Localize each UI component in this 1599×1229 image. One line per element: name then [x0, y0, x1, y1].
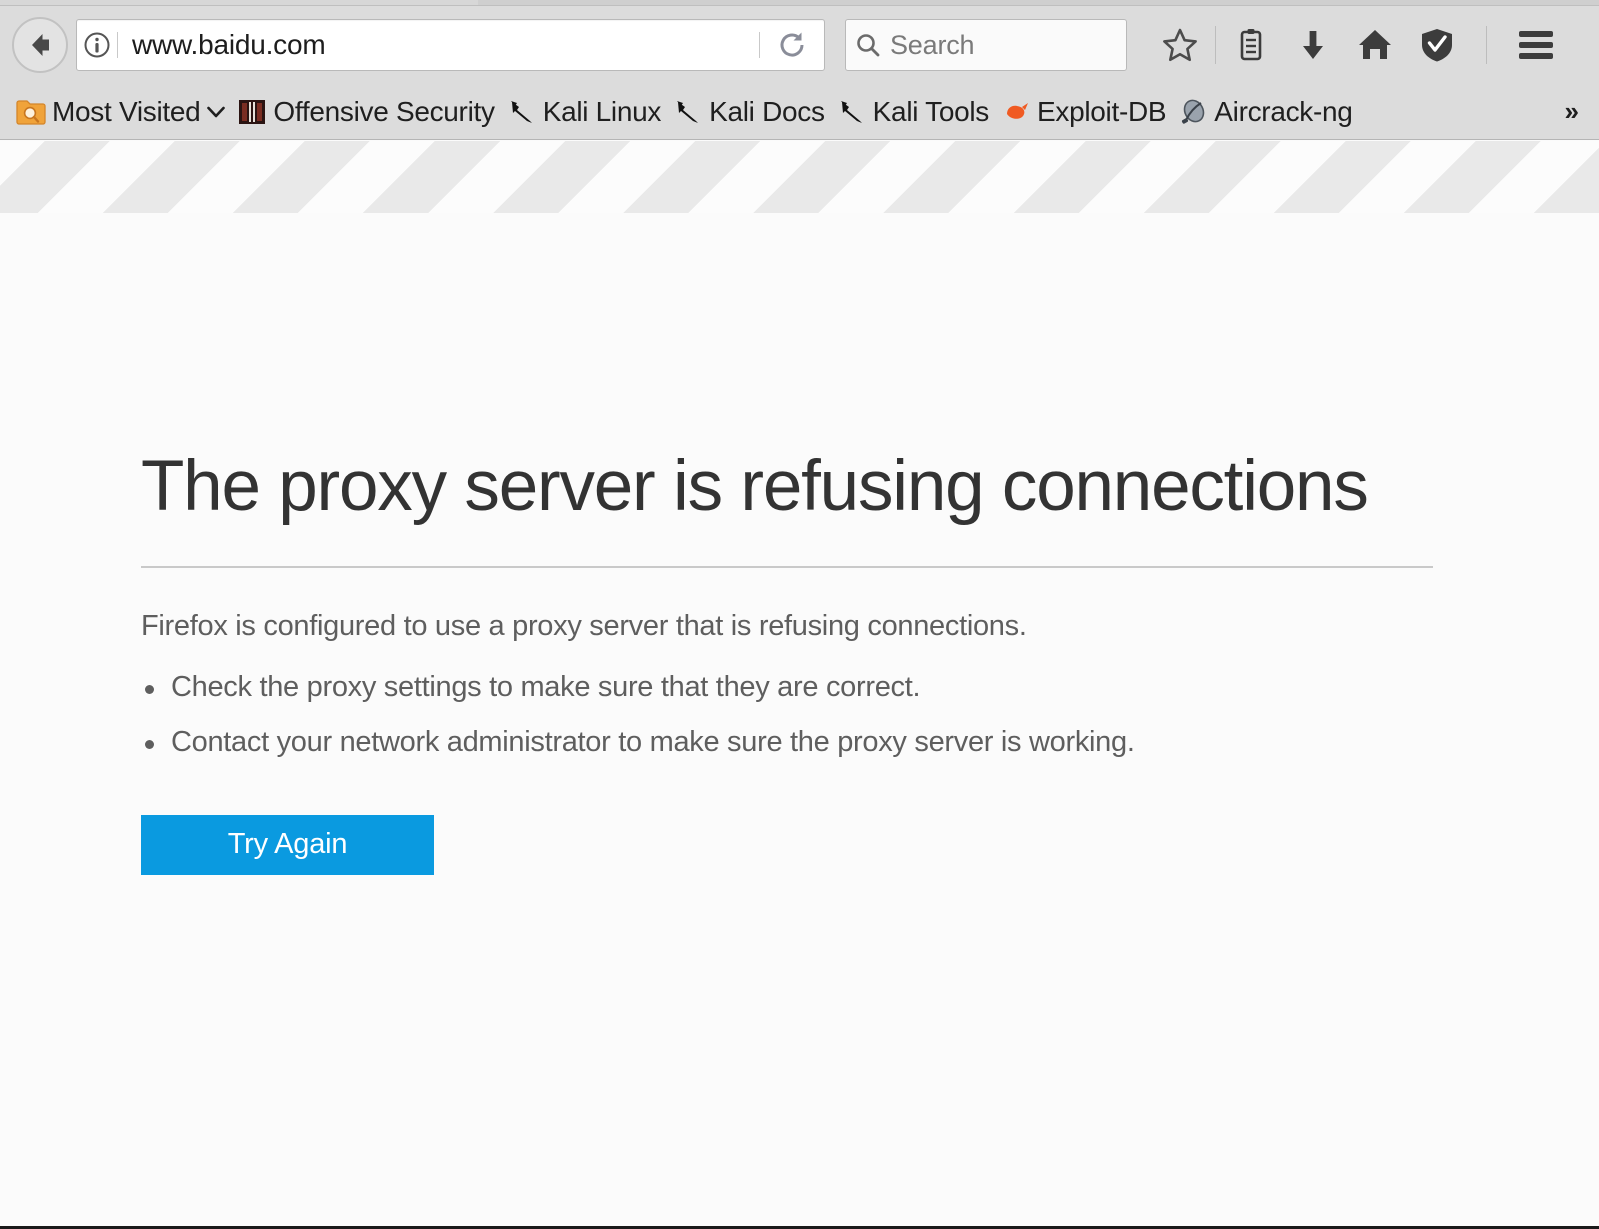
- hamburger-menu-icon: [1516, 28, 1556, 62]
- bookmark-offensive-security[interactable]: Offensive Security: [231, 90, 500, 134]
- bullet-icon: [145, 685, 154, 694]
- back-button[interactable]: [12, 17, 68, 73]
- offensive-security-icon: [237, 97, 267, 127]
- bookmark-label: Kali Tools: [873, 96, 989, 128]
- bookmark-kali-tools[interactable]: Kali Tools: [831, 90, 995, 134]
- bookmark-exploit-db[interactable]: Exploit-DB: [995, 90, 1172, 134]
- neterror-stripe-band: [0, 141, 1599, 213]
- bookmark-label: Kali Docs: [709, 96, 825, 128]
- search-input[interactable]: Search: [890, 30, 974, 61]
- error-description: Firefox is configured to use a proxy ser…: [141, 610, 1433, 643]
- bullet-icon: [145, 740, 154, 749]
- library-button[interactable]: [1220, 14, 1282, 76]
- bookmark-label: Offensive Security: [273, 96, 494, 128]
- bookmark-aircrack-ng[interactable]: Aircrack-ng: [1172, 90, 1358, 134]
- list-item: Check the proxy settings to make sure th…: [141, 671, 1433, 704]
- identity-info-icon[interactable]: [77, 30, 117, 60]
- suggestion-text: Check the proxy settings to make sure th…: [171, 671, 920, 703]
- aircrack-ng-icon: [1178, 97, 1208, 127]
- bookmark-kali-docs[interactable]: Kali Docs: [667, 90, 831, 134]
- bookmarks-toolbar: Most Visited Offensive Security: [0, 84, 1599, 140]
- error-page-content: The proxy server is refusing connections…: [0, 213, 1599, 1226]
- bookmark-label: Most Visited: [52, 96, 200, 128]
- bookmark-star-button[interactable]: [1149, 14, 1211, 76]
- kali-dragon-icon: [673, 97, 703, 127]
- tab-strip-empty-area: [478, 0, 1599, 5]
- star-icon: [1161, 26, 1199, 64]
- reload-button[interactable]: [760, 29, 824, 61]
- kali-dragon-icon: [507, 97, 537, 127]
- bookmark-kali-linux[interactable]: Kali Linux: [501, 90, 667, 134]
- chevron-down-icon: [207, 106, 225, 118]
- menu-button[interactable]: [1505, 14, 1567, 76]
- shield-check-icon: [1418, 26, 1456, 64]
- bookmark-label: Kali Linux: [543, 96, 661, 128]
- suggestion-list: Check the proxy settings to make sure th…: [141, 671, 1433, 759]
- bookmarks-overflow-button[interactable]: »: [1565, 96, 1577, 127]
- home-button[interactable]: [1344, 14, 1406, 76]
- download-arrow-icon: [1294, 26, 1332, 64]
- list-item: Contact your network administrator to ma…: [141, 726, 1433, 759]
- title-divider: [141, 566, 1433, 568]
- url-bar[interactable]: www.baidu.com: [76, 19, 825, 71]
- suggestion-text: Contact your network administrator to ma…: [171, 726, 1135, 758]
- browser-window: www.baidu.com Search: [0, 0, 1599, 1229]
- bookmark-label: Exploit-DB: [1037, 96, 1166, 128]
- url-text[interactable]: www.baidu.com: [118, 29, 759, 61]
- bookmark-most-visited[interactable]: Most Visited: [10, 90, 231, 134]
- search-icon: [846, 31, 890, 59]
- menu-separator: [1486, 26, 1487, 64]
- shield-button[interactable]: [1406, 14, 1468, 76]
- folder-star-icon: [16, 97, 46, 127]
- toolbar-separator: [1215, 26, 1216, 64]
- navigation-toolbar: www.baidu.com Search: [0, 6, 1599, 84]
- library-icon: [1232, 26, 1270, 64]
- reload-icon: [776, 29, 808, 61]
- arrow-left-icon: [23, 28, 57, 62]
- exploit-db-icon: [1001, 97, 1031, 127]
- downloads-button[interactable]: [1282, 14, 1344, 76]
- bookmark-label: Aircrack-ng: [1214, 96, 1352, 128]
- try-again-button[interactable]: Try Again: [141, 815, 434, 875]
- search-bar[interactable]: Search: [845, 19, 1127, 71]
- page-title: The proxy server is refusing connections: [141, 450, 1433, 525]
- home-icon: [1355, 25, 1395, 65]
- kali-dragon-icon: [837, 97, 867, 127]
